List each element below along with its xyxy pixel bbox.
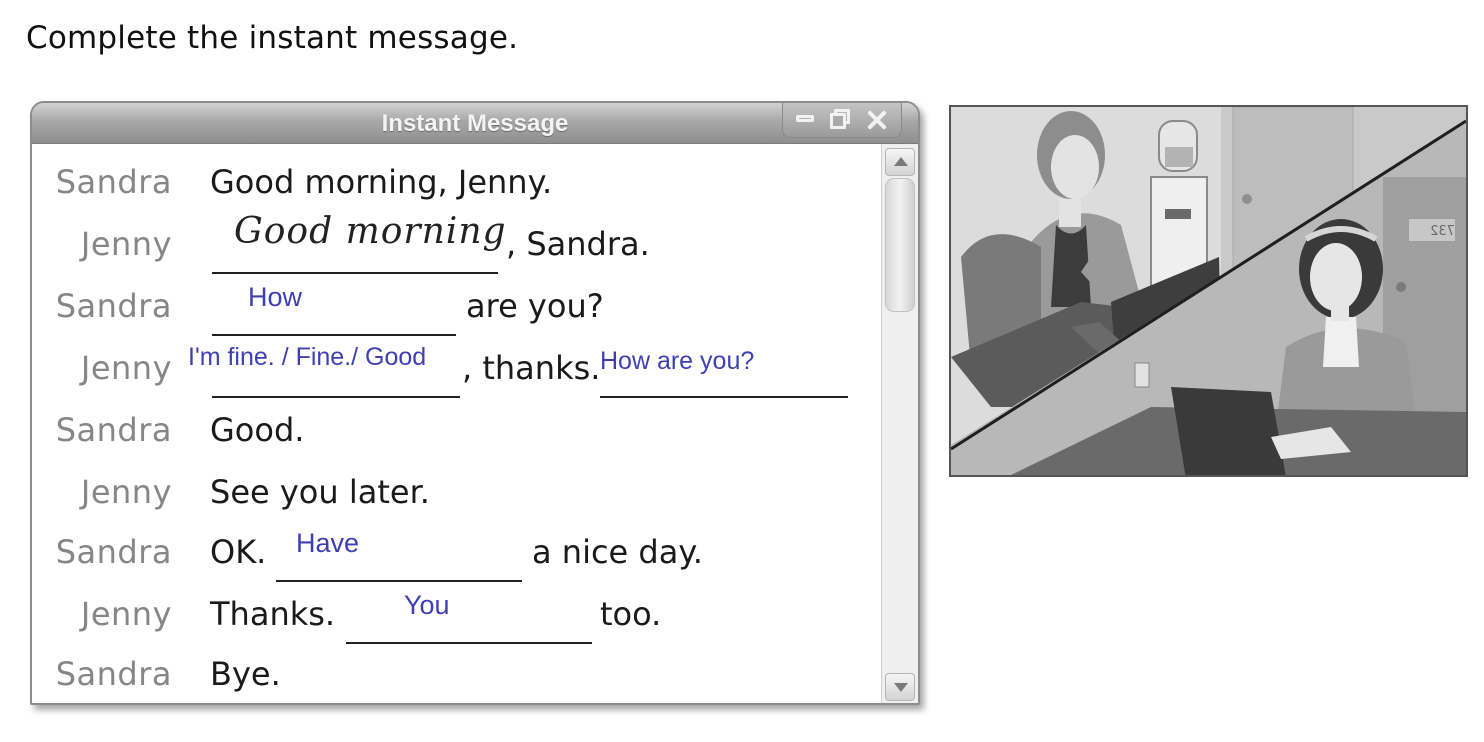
speaker-name: Jenny — [80, 473, 172, 511]
door-number: 732 — [1430, 224, 1455, 239]
filled-answer[interactable]: Have — [296, 513, 359, 573]
scroll-thumb[interactable] — [885, 178, 915, 312]
window-titlebar[interactable]: Instant Message — [32, 103, 918, 144]
scroll-up-icon[interactable] — [885, 148, 915, 176]
message-row: Sandra Good. — [32, 400, 882, 460]
answer-blank — [346, 584, 592, 644]
example-answer: Good morning — [234, 211, 507, 252]
message-text: , Sandra. — [506, 225, 650, 263]
scroll-down-icon[interactable] — [885, 673, 915, 701]
vertical-scrollbar[interactable] — [881, 144, 918, 703]
message-row: Jenny Good morning , Sandra. — [32, 211, 882, 274]
chat-log: Sandra Good morning, Jenny. Jenny Good m… — [32, 144, 882, 703]
instruction-heading: Complete the instant message. — [26, 20, 519, 56]
message-text: Good. — [210, 411, 305, 449]
speaker-name: Sandra — [55, 287, 172, 325]
minimize-icon[interactable] — [793, 108, 819, 130]
message-text: OK. — [210, 533, 267, 571]
window-controls — [782, 103, 902, 138]
speaker-name: Sandra — [55, 533, 172, 571]
message-row: Jenny I'm fine. / Fine./ Good , thanks. … — [32, 338, 882, 398]
message-text: too. — [600, 595, 662, 633]
message-text: a nice day. — [532, 533, 703, 571]
speaker-name: Sandra — [55, 411, 172, 449]
filled-answer[interactable]: How are you? — [600, 331, 754, 391]
message-row: Sandra How are you? — [32, 276, 882, 336]
speaker-name: Jenny — [80, 225, 172, 263]
speaker-name: Sandra — [55, 655, 172, 693]
filled-answer[interactable]: You — [404, 575, 450, 635]
message-row: Sandra Bye. — [32, 644, 882, 703]
close-icon[interactable] — [863, 108, 891, 130]
message-text: , thanks. — [462, 349, 601, 387]
chat-illustration: 732 — [949, 105, 1468, 477]
maximize-icon[interactable] — [827, 108, 853, 130]
instant-message-window: Instant Message Sandra Good morning, Jen… — [30, 101, 920, 705]
filled-answer[interactable]: How — [248, 267, 302, 327]
speaker-name: Jenny — [80, 349, 172, 387]
message-text: Thanks. — [210, 595, 336, 633]
message-row: Jenny Thanks. You too. — [32, 584, 882, 644]
message-row: Sandra OK. Have a nice day. — [32, 522, 882, 582]
filled-answer[interactable]: I'm fine. / Fine./ Good — [188, 327, 426, 387]
message-text: are you? — [466, 287, 604, 325]
speaker-name: Sandra — [55, 163, 172, 201]
speaker-name: Jenny — [80, 595, 172, 633]
message-row: Jenny See you later. — [32, 462, 882, 522]
message-text: Bye. — [210, 655, 281, 693]
